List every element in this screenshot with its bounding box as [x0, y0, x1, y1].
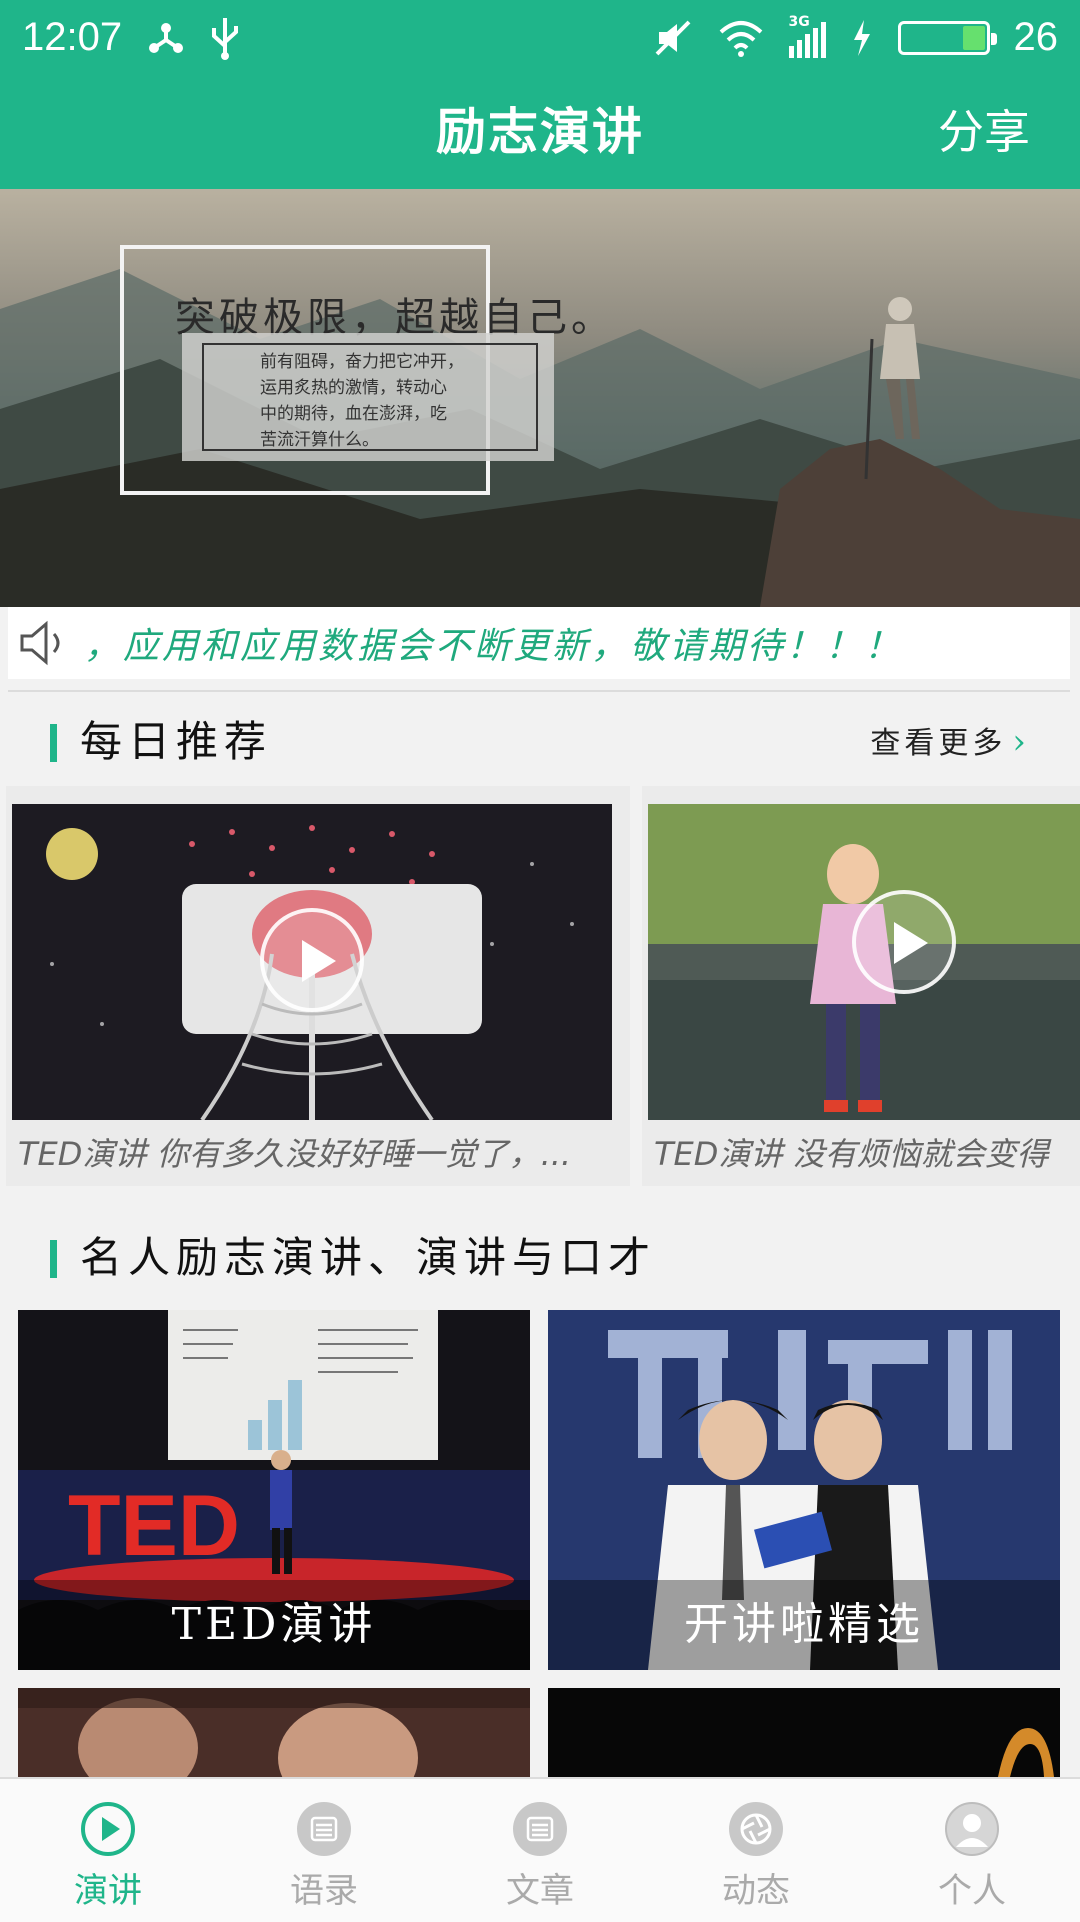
notice-bar[interactable]: ，应用和应用数据会不断更新，敬请期待！！！	[8, 607, 1070, 679]
tab-speeches[interactable]: 演讲	[0, 1779, 216, 1922]
video-caption: TED演讲 没有烦恼就会变得	[654, 1135, 1049, 1173]
banner-body-line: 中的期待，血在澎湃，吃	[260, 404, 447, 424]
category-tile[interactable]	[18, 1688, 530, 1777]
person-icon	[945, 1802, 999, 1856]
tab-label: 语录	[290, 1871, 358, 1911]
tab-label: 文章	[506, 1871, 574, 1911]
status-bar: 12:07 3G 26	[0, 0, 1080, 75]
video-card[interactable]: TED演讲 你有多久没好好睡一觉了，...	[6, 786, 630, 1186]
categories-section-title: 名人励志演讲、演讲与口才	[80, 1233, 657, 1282]
divider	[8, 690, 1070, 692]
chevron-right-icon: ›	[1012, 722, 1030, 762]
wifi-icon	[719, 20, 762, 57]
tab-label: 动态	[722, 1871, 790, 1911]
list-circle-icon	[513, 1802, 567, 1856]
category-tile[interactable]	[548, 1688, 1060, 1777]
play-circle-icon	[81, 1802, 135, 1856]
tab-label: 个人	[938, 1871, 1006, 1911]
share-button[interactable]: 分享	[938, 75, 1030, 189]
video-thumbnail	[648, 804, 1080, 1120]
bottom-navigation: 演讲 语录 文章 动态 个人	[0, 1777, 1080, 1922]
tab-moments[interactable]: 动态	[648, 1779, 864, 1922]
category-label: 开讲啦精选	[684, 1599, 924, 1650]
daily-section-title: 每日推荐	[80, 717, 273, 766]
hero-banner[interactable]: 突破极限，超越自己。 前有阻碍，奋力把它冲开， 运用炙热的激情，转动心 中的期待…	[0, 189, 1080, 607]
daily-recommendations[interactable]: TED演讲 你有多久没好好睡一觉了，... TED演讲 没有烦恼就会变得	[0, 786, 1080, 1186]
view-more-link[interactable]: 查看更多 ›	[870, 712, 1030, 774]
usb-icon	[212, 17, 239, 60]
network-type: 3G	[788, 13, 810, 30]
charging-icon	[853, 19, 870, 56]
categories-section-header: 名人励志演讲、演讲与口才	[0, 1228, 1080, 1288]
network-share-icon	[149, 22, 184, 53]
signal-icon: 3G	[788, 14, 826, 58]
status-time: 12:07	[22, 15, 123, 59]
category-image	[18, 1688, 530, 1777]
section-accent-bar	[50, 1240, 57, 1278]
video-card[interactable]: TED演讲 没有烦恼就会变得	[642, 786, 1080, 1186]
app-bar: 励志演讲 分享	[0, 75, 1080, 189]
tab-profile[interactable]: 个人	[864, 1779, 1080, 1922]
category-image	[548, 1688, 1060, 1777]
daily-section-header: 每日推荐 查看更多 ›	[0, 712, 1080, 772]
page-title: 励志演讲	[436, 103, 644, 161]
tab-quotes[interactable]: 语录	[216, 1779, 432, 1922]
list-circle-icon	[297, 1802, 351, 1856]
section-accent-bar	[50, 724, 57, 762]
play-icon	[852, 890, 956, 994]
play-icon	[260, 908, 364, 1012]
mute-icon	[655, 20, 690, 55]
banner-body-line: 运用炙热的激情，转动心	[260, 378, 447, 398]
tab-label: 演讲	[74, 1871, 142, 1911]
banner-body-line: 苦流汗算什么。	[260, 430, 379, 450]
view-more-label: 查看更多	[870, 726, 1007, 761]
category-label: TED演讲	[171, 1599, 377, 1650]
tab-articles[interactable]: 文章	[432, 1779, 648, 1922]
category-tile-kaijiangla[interactable]: 开讲啦精选	[548, 1310, 1060, 1670]
banner-body-line: 前有阻碍，奋力把它冲开，	[260, 352, 464, 372]
battery-level: 26	[1013, 15, 1059, 59]
category-tile-ted[interactable]: TED TED演讲	[18, 1310, 530, 1670]
camera-shutter-icon	[729, 1802, 783, 1856]
speaker-icon	[20, 620, 60, 666]
notice-text: ，应用和应用数据会不断更新，敬请期待！！！	[84, 626, 904, 667]
battery-icon	[897, 20, 997, 55]
banner-quote-box: 前有阻碍，奋力把它冲开， 运用炙热的激情，转动心 中的期待，血在澎湃，吃 苦流汗…	[182, 333, 554, 461]
video-caption: TED演讲 你有多久没好好睡一觉了，...	[18, 1135, 572, 1173]
video-thumbnail	[12, 804, 612, 1120]
